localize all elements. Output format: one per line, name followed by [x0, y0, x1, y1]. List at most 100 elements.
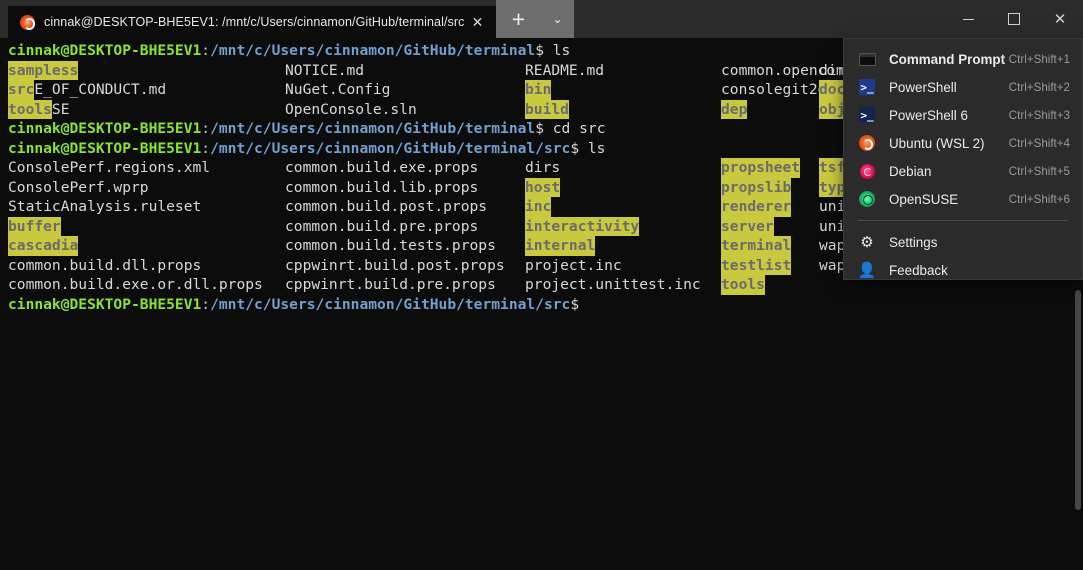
close-icon[interactable]: ✕	[464, 9, 490, 35]
prompt-user: cinnak@DESKTOP-BHE5EV1	[8, 140, 201, 157]
file-entry: common.build.post.props	[285, 197, 487, 217]
menu-item-shortcut: Ctrl+Shift+1	[1009, 53, 1070, 66]
menu-item-powershell-6[interactable]: >_PowerShell 6Ctrl+Shift+3	[844, 101, 1082, 129]
directory-entry: renderer	[721, 197, 791, 217]
directory-entry: cascadia	[8, 236, 78, 256]
prompt-path: /mnt/c/Users/cinnamon/GitHub/terminal	[210, 42, 535, 59]
file-entry: project.inc	[525, 256, 622, 276]
maximize-button[interactable]	[991, 0, 1037, 38]
directory-entry: host	[525, 178, 560, 198]
prompt-user: cinnak@DESKTOP-BHE5EV1	[8, 120, 201, 137]
directory-entry: tsf	[819, 158, 845, 178]
file-entry: README.md	[525, 61, 604, 81]
directory-entry: bin	[525, 80, 551, 100]
prompt-colon: :	[201, 140, 210, 157]
directory-entry: build	[525, 100, 569, 120]
prompt-user: cinnak@DESKTOP-BHE5EV1	[8, 296, 201, 313]
directory-entry: src	[8, 80, 34, 100]
directory-entry: samples	[8, 61, 70, 81]
prompt-path: /mnt/c/Users/cinnamon/GitHub/terminal/sr…	[210, 296, 570, 313]
file-entry: cppwinrt.build.post.props	[285, 256, 505, 276]
directory-entry: obj	[819, 100, 845, 120]
directory-entry: tools	[8, 100, 52, 120]
prompt-path: /mnt/c/Users/cinnamon/GitHub/terminal	[210, 120, 535, 137]
file-entry: common.build.pre.props	[285, 217, 478, 237]
tab-active[interactable]: cinnak@DESKTOP-BHE5EV1: /mnt/c/Users/cin…	[8, 6, 496, 38]
new-tab-group: + ⌄	[496, 0, 574, 38]
prompt-colon: :	[201, 42, 210, 59]
menu-item-settings[interactable]: ⚙ Settings	[844, 228, 1082, 256]
scrollbar[interactable]	[1075, 290, 1081, 510]
powershell-icon: >_	[858, 78, 876, 96]
file-entry: ConsolePerf.regions.xml	[8, 158, 210, 178]
menu-item-shortcut: Ctrl+Shift+2	[1009, 81, 1070, 94]
directory-entry: doc	[819, 80, 845, 100]
menu-item-label: PowerShell 6	[889, 108, 1009, 123]
prompt-command: $	[570, 296, 579, 313]
file-entry: OpenConsole.sln	[285, 100, 417, 120]
menu-item-shortcut: Ctrl+Shift+5	[1009, 165, 1070, 178]
menu-item-opensuse[interactable]: OpenSUSECtrl+Shift+6	[844, 185, 1082, 213]
directory-entry: inc	[525, 197, 551, 217]
opensuse-icon	[858, 190, 876, 208]
prompt-colon: :	[201, 296, 210, 313]
file-entry: common.build.dll.props	[8, 256, 201, 276]
menu-item-command-prompt[interactable]: Command PromptCtrl+Shift+1	[844, 45, 1082, 73]
powershell6-icon: >_	[858, 106, 876, 124]
file-entry: ConsolePerf.wprp	[8, 178, 149, 198]
directory-entry: testlist	[721, 256, 791, 276]
menu-item-feedback[interactable]: 👤Feedback	[844, 256, 1082, 284]
menu-item-shortcut: Ctrl+Shift+6	[1009, 193, 1070, 206]
terminal-prompt-line: cinnak@DESKTOP-BHE5EV1:/mnt/c/Users/cinn…	[8, 295, 1083, 315]
new-tab-dropdown-menu: Command PromptCtrl+Shift+1>_PowerShellCt…	[843, 38, 1083, 280]
person-icon: 👤	[858, 261, 876, 279]
file-entry: StaticAnalysis.ruleset	[8, 197, 201, 217]
minimize-button[interactable]	[945, 0, 991, 38]
menu-item-powershell[interactable]: >_ PowerShellCtrl+Shift+2	[844, 73, 1082, 101]
file-entry: NuGet.Config	[285, 80, 390, 100]
menu-item-shortcut: Ctrl+Shift+4	[1009, 137, 1070, 150]
directory-entry: tools	[721, 275, 765, 295]
file-entry: project.unittest.inc	[525, 275, 701, 295]
menu-item-debian[interactable]: DebianCtrl+Shift+5	[844, 157, 1082, 185]
tab-strip: cinnak@DESKTOP-BHE5EV1: /mnt/c/Users/cin…	[0, 0, 496, 38]
file-entry: cppwinrt.build.pre.props	[285, 275, 496, 295]
prompt-command: $ cd src	[535, 120, 605, 137]
file-entry: common.build.lib.props	[285, 178, 478, 198]
file-entry: common.build.exe.or.dll.props	[8, 275, 263, 295]
file-entry: NOTICE.md	[285, 61, 364, 81]
menu-separator	[858, 220, 1068, 221]
prompt-path: /mnt/c/Users/cinnamon/GitHub/terminal/sr…	[210, 140, 570, 157]
directory-entry: internal	[525, 236, 595, 256]
directory-entry: server	[721, 217, 774, 237]
menu-item-ubuntu-wsl-2[interactable]: Ubuntu (WSL 2)Ctrl+Shift+4	[844, 129, 1082, 157]
directory-entry: propsheet	[721, 158, 800, 178]
file-entry: common.build.tests.props	[285, 236, 496, 256]
directory-entry: dep	[721, 100, 747, 120]
menu-item-label: Ubuntu (WSL 2)	[889, 136, 1009, 151]
command-prompt-icon	[858, 50, 876, 68]
menu-item-label: OpenSUSE	[889, 192, 1009, 207]
directory-entry: buffer	[8, 217, 61, 237]
title-bar: cinnak@DESKTOP-BHE5EV1: /mnt/c/Users/cin…	[0, 0, 1083, 38]
chevron-down-icon[interactable]: ⌄	[540, 0, 574, 38]
close-button[interactable]: ✕	[1037, 0, 1083, 38]
directory-entry: terminal	[721, 236, 791, 256]
new-tab-button[interactable]: +	[496, 0, 540, 38]
menu-item-label: Command Prompt	[889, 52, 1009, 67]
ubuntu-icon	[858, 134, 876, 152]
window-controls: ✕	[945, 0, 1083, 38]
prompt-user: cinnak@DESKTOP-BHE5EV1	[8, 42, 201, 59]
prompt-colon: :	[201, 120, 210, 137]
menu-item-label: PowerShell	[889, 80, 1009, 95]
file-entry: dirs	[525, 158, 560, 178]
ubuntu-icon	[20, 15, 35, 30]
menu-item-label: Debian	[889, 164, 1009, 179]
terminal-window: cinnak@DESKTOP-BHE5EV1: /mnt/c/Users/cin…	[0, 0, 1083, 570]
gear-icon: ⚙	[858, 233, 876, 251]
prompt-command: $ ls	[570, 140, 605, 157]
directory-entry: propslib	[721, 178, 791, 198]
menu-item-label: Settings	[889, 235, 1070, 250]
prompt-command: $ ls	[535, 42, 570, 59]
tab-title: cinnak@DESKTOP-BHE5EV1: /mnt/c/Users/cin…	[44, 15, 464, 29]
